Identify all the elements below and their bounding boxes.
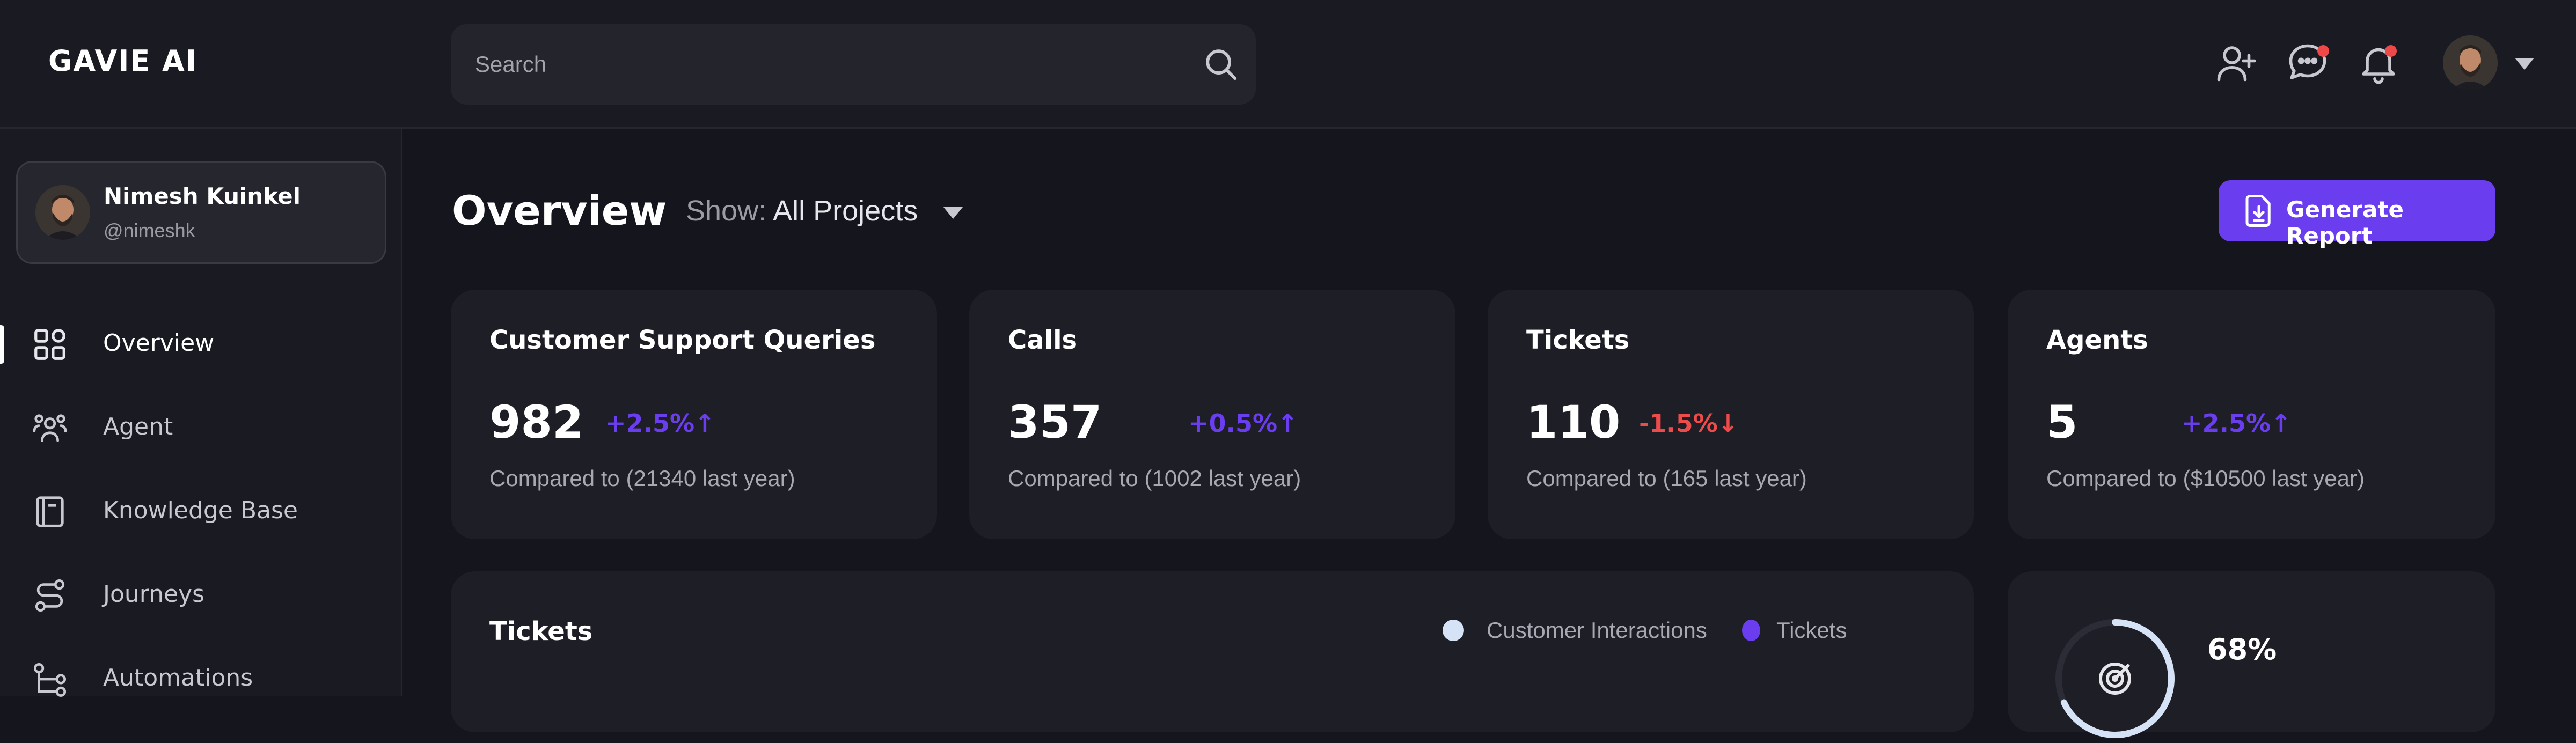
stat-compare: Compared to (165 last year) <box>1526 466 1807 491</box>
legend-dot <box>1742 620 1760 641</box>
stat-compare: Compared to ($10500 last year) <box>2046 466 2365 491</box>
chevron-down-icon[interactable] <box>943 207 963 219</box>
stat-card-customer-support-queries[interactable]: Customer Support Queries 982 +2.5%↑ Comp… <box>451 290 937 539</box>
arrow-down-icon: ↓ <box>1717 409 1739 438</box>
generate-report-label: Generate Report <box>2286 196 2404 249</box>
grid-icon <box>34 329 65 360</box>
sidebar-item-label: Knowledge Base <box>103 497 298 524</box>
avatar-portrait-icon <box>2443 35 2498 90</box>
project-filter[interactable]: Show: All Projects <box>686 194 918 227</box>
search-bar[interactable] <box>451 24 1256 105</box>
tickets-panel: Tickets Customer Interactions Tickets <box>451 571 1974 732</box>
stat-title: Agents <box>2046 325 2148 355</box>
stat-title: Tickets <box>1526 325 1630 355</box>
legend-label: Customer Interactions <box>1487 617 1707 643</box>
sidebar-item-knowledge-base[interactable]: Knowledge Base <box>0 476 402 541</box>
panel-title: Tickets <box>489 616 593 646</box>
stat-title: Customer Support Queries <box>489 325 876 355</box>
arrow-up-icon: ↑ <box>2271 409 2292 438</box>
stat-value: 5 <box>2046 396 2078 448</box>
stat-compare: Compared to (1002 last year) <box>1008 466 1301 491</box>
project-filter-value: All Projects <box>773 195 918 227</box>
profile-card[interactable]: Nimesh Kuinkel @nimeshk <box>16 161 386 264</box>
bell-notification-dot <box>2385 45 2397 57</box>
sidebar-item-label: Overview <box>103 329 215 357</box>
page-title: Overview <box>452 187 667 234</box>
route-icon <box>35 579 65 612</box>
goal-panel: 68% <box>2008 571 2496 738</box>
arrow-up-icon: ↑ <box>694 409 715 438</box>
add-user-icon[interactable] <box>2213 40 2258 85</box>
stat-value: 110 <box>1526 396 1621 448</box>
avatar[interactable] <box>2443 35 2498 90</box>
generate-report-button[interactable]: Generate Report <box>2219 180 2496 249</box>
stat-value: 982 <box>489 396 584 448</box>
stat-compare: Compared to (21340 last year) <box>489 466 795 491</box>
search-input[interactable] <box>475 24 1173 105</box>
chevron-down-icon[interactable] <box>2515 58 2534 70</box>
users-icon <box>33 414 67 442</box>
search-icon[interactable] <box>1202 46 1240 83</box>
sidebar: Nimesh Kuinkel @nimeshk Overview Agent K… <box>0 129 402 697</box>
legend-item-customer-interactions: Customer Interactions <box>1443 617 1707 643</box>
avatar-portrait-icon <box>35 185 90 240</box>
sidebar-item-label: Automations <box>103 664 253 691</box>
legend-dot <box>1443 620 1464 641</box>
progress-gauge <box>2055 619 2175 738</box>
stat-delta: +2.5%↑ <box>2182 409 2292 438</box>
stat-value: 357 <box>1008 396 1102 448</box>
flow-icon <box>33 663 67 697</box>
legend-label: Tickets <box>1776 617 1847 643</box>
sidebar-item-journeys[interactable]: Journeys <box>0 560 402 624</box>
sidebar-item-label: Agent <box>103 413 173 440</box>
stat-card-agents[interactable]: Agents 5 +2.5%↑ Compared to ($10500 last… <box>2008 290 2496 539</box>
download-document-icon <box>2245 195 2271 227</box>
profile-name: Nimesh Kuinkel <box>104 183 301 209</box>
app-logo[interactable]: GAVIE AI <box>48 44 197 78</box>
profile-handle: @nimeshk <box>104 219 195 241</box>
sidebar-item-overview[interactable]: Overview <box>0 309 402 373</box>
chat-notification-dot <box>2317 45 2329 57</box>
stat-delta: +0.5%↑ <box>1188 409 1298 438</box>
stat-delta: +2.5%↑ <box>605 409 715 438</box>
stat-title: Calls <box>1008 325 1078 355</box>
sidebar-item-label: Journeys <box>103 580 205 608</box>
sidebar-item-automations[interactable]: Automations <box>0 644 402 708</box>
top-bar: GAVIE AI <box>0 0 2576 129</box>
stat-card-tickets[interactable]: Tickets 110 -1.5%↓ Compared to (165 last… <box>1488 290 1974 539</box>
project-filter-label: Show: <box>686 195 767 227</box>
sidebar-item-agent[interactable]: Agent <box>0 393 402 457</box>
profile-avatar <box>35 185 90 240</box>
goal-percent: 68% <box>2207 632 2277 666</box>
arrow-up-icon: ↑ <box>1277 409 1298 438</box>
book-icon <box>36 496 64 527</box>
stat-card-calls[interactable]: Calls 357 +0.5%↑ Compared to (1002 last … <box>969 290 1455 539</box>
legend-item-tickets: Tickets <box>1742 617 1847 643</box>
target-icon <box>2099 663 2131 695</box>
stat-delta: -1.5%↓ <box>1639 409 1739 438</box>
